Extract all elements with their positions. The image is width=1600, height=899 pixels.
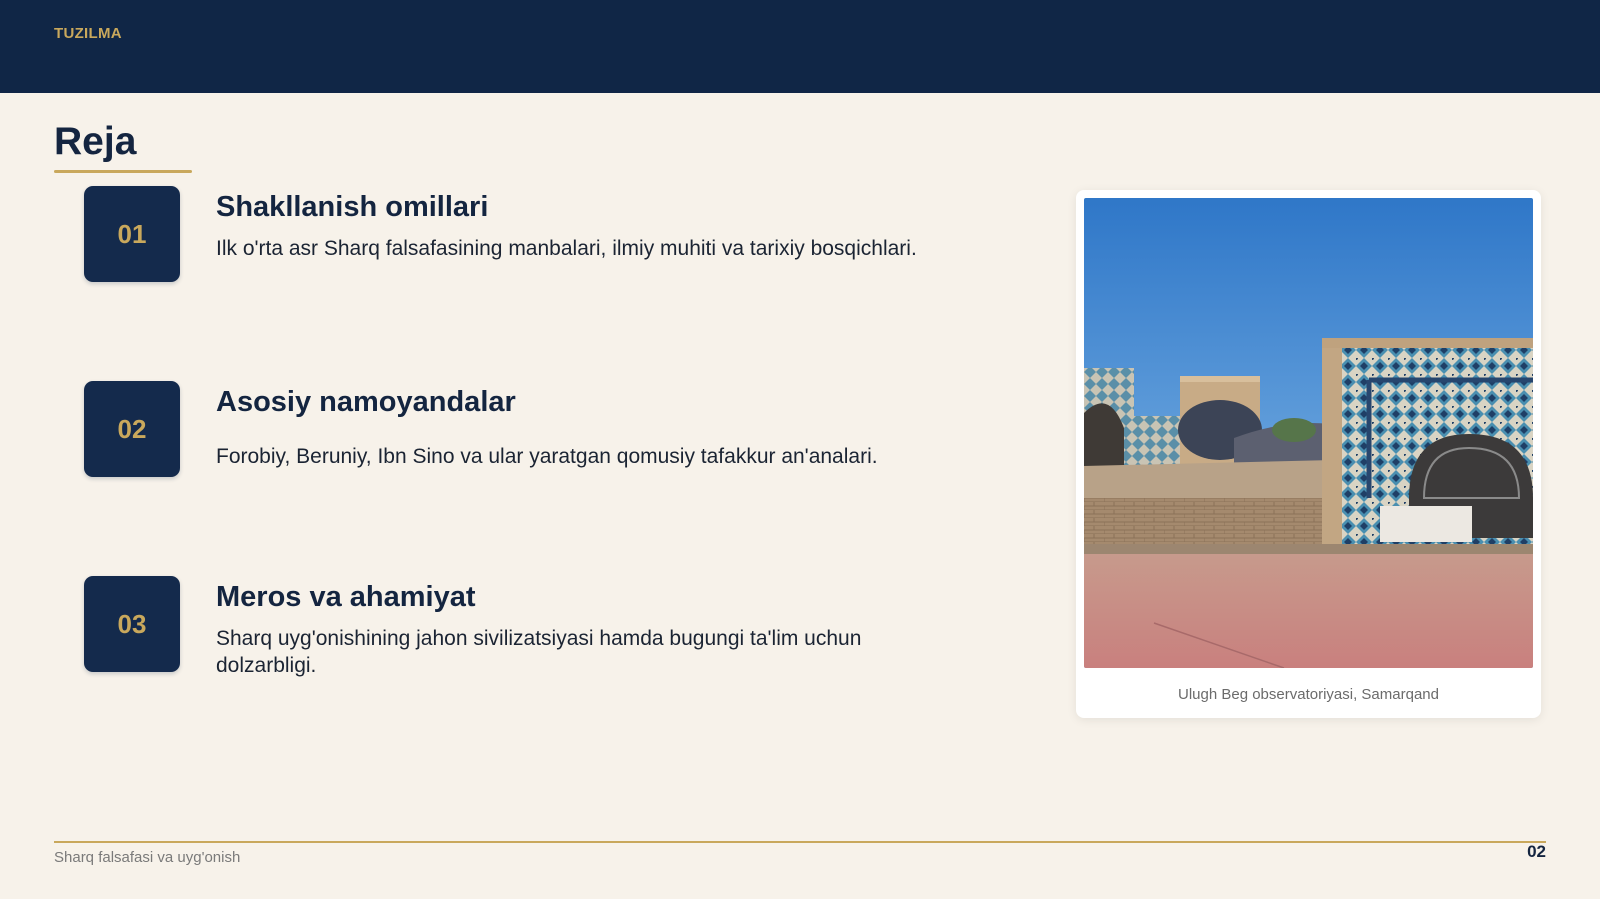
title-underline bbox=[54, 170, 192, 173]
item-title: Shakllanish omillari bbox=[216, 191, 489, 223]
item-number-badge: 01 bbox=[84, 186, 180, 282]
item-description: Sharq uyg'onishining jahon sivilizatsiya… bbox=[216, 627, 862, 677]
footer-title: Sharq falsafasi va uyg'onish bbox=[54, 849, 241, 866]
header-band: TUZILMA bbox=[0, 0, 1600, 93]
item-title: Asosiy namoyandalar bbox=[216, 386, 516, 418]
agenda-item-3: 03 Meros va ahamiyat Sharq uyg'onishinin… bbox=[84, 576, 964, 736]
item-number: 02 bbox=[117, 413, 147, 444]
photo-card: Ulugh Beg observatoriyasi, Samarqand bbox=[1076, 190, 1541, 718]
item-number-badge: 03 bbox=[84, 576, 180, 672]
section-label: TUZILMA bbox=[54, 25, 122, 42]
photo-caption: Ulugh Beg observatoriyasi, Samarqand bbox=[1178, 686, 1439, 703]
agenda-item-2: 02 Asosiy namoyandalar Forobiy, Beruniy,… bbox=[84, 381, 964, 541]
observatory-photo bbox=[1084, 198, 1533, 668]
page-title: Reja bbox=[54, 120, 137, 163]
item-number: 03 bbox=[117, 608, 147, 639]
footer-divider bbox=[54, 841, 1546, 843]
item-description: Ilk o'rta asr Sharq falsafasining manbal… bbox=[216, 237, 917, 260]
item-description: Forobiy, Beruniy, Ibn Sino va ular yarat… bbox=[216, 445, 878, 468]
page-number: 02 bbox=[1527, 842, 1546, 861]
item-number-badge: 02 bbox=[84, 381, 180, 477]
item-number: 01 bbox=[117, 218, 147, 249]
item-title: Meros va ahamiyat bbox=[216, 581, 476, 613]
agenda-item-1: 01 Shakllanish omillari Ilk o'rta asr Sh… bbox=[84, 186, 964, 346]
